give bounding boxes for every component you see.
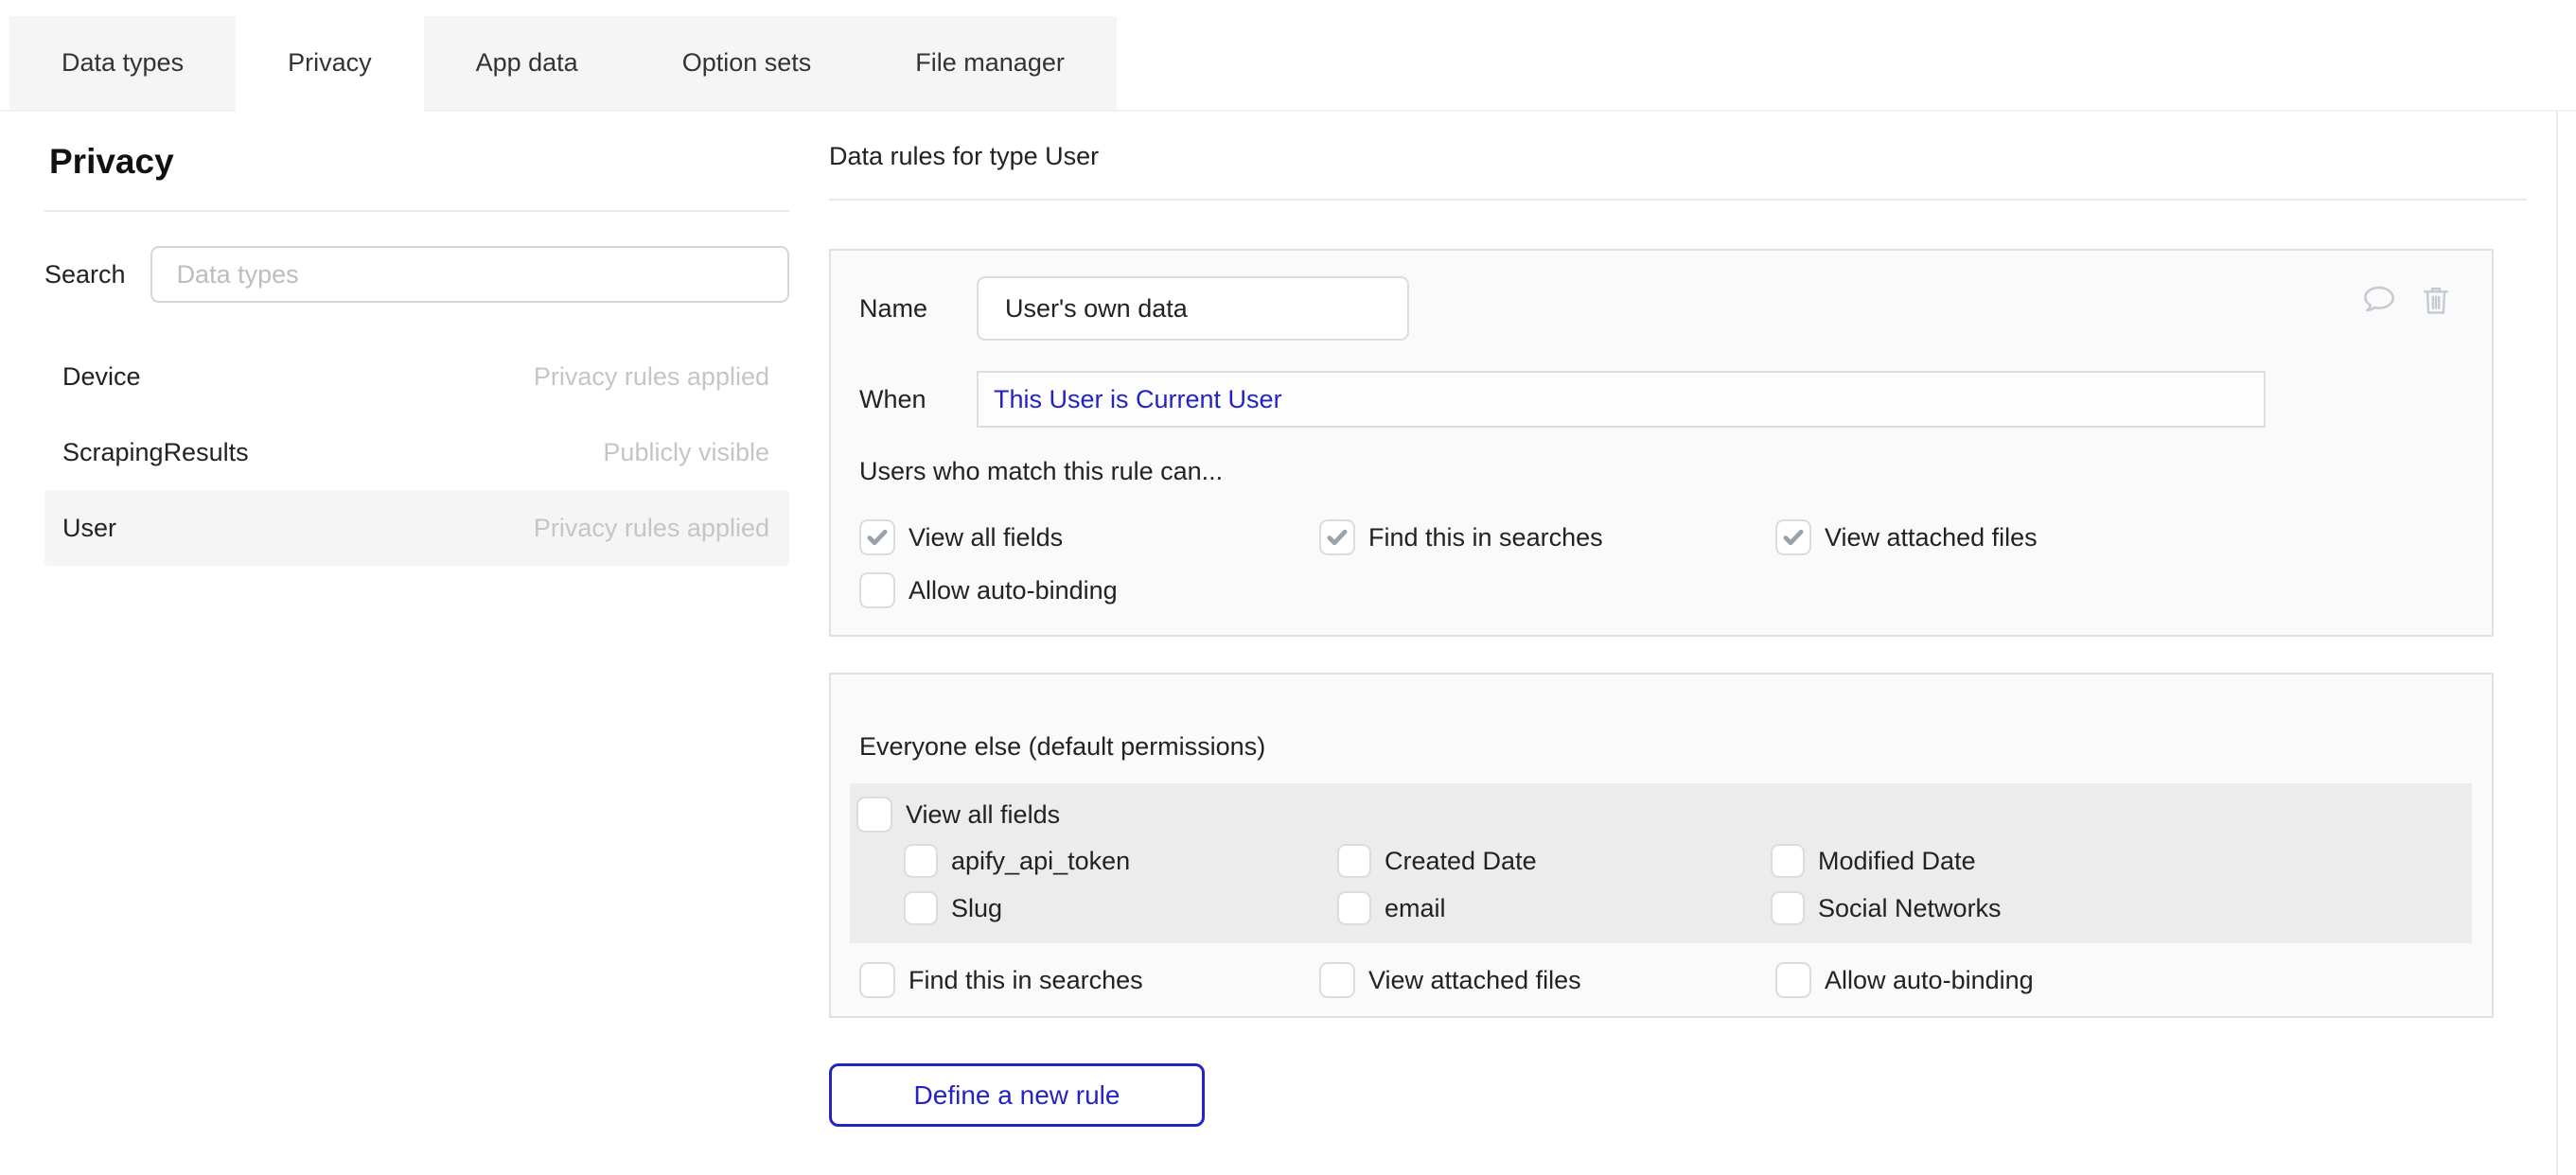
data-type-status: Publicly visible bbox=[603, 438, 769, 467]
content-area: Privacy Search Device Privacy rules appl… bbox=[0, 112, 2576, 1127]
rule-card: Name When This User is Current User User… bbox=[829, 249, 2494, 637]
rule-when-row: When This User is Current User bbox=[859, 371, 2463, 428]
default-view-all-fields[interactable]: View all fields bbox=[856, 797, 2472, 833]
tab-privacy[interactable]: Privacy bbox=[236, 16, 424, 110]
field-label: Modified Date bbox=[1818, 847, 1976, 876]
perm-label: Find this in searches bbox=[909, 966, 1143, 995]
perm-label: Find this in searches bbox=[1368, 523, 1603, 552]
tab-file-manager[interactable]: File manager bbox=[863, 16, 1117, 110]
perm-allow-auto-binding[interactable]: Allow auto-binding bbox=[859, 572, 1319, 608]
field-label: apify_api_token bbox=[951, 847, 1130, 876]
perm-view-attached-files[interactable]: View attached files bbox=[1775, 519, 2463, 555]
when-label: When bbox=[859, 385, 977, 414]
perm-label: Allow auto-binding bbox=[909, 576, 1118, 605]
default-view-attached-files[interactable]: View attached files bbox=[1319, 962, 1775, 998]
field-label: email bbox=[1385, 894, 1446, 923]
privacy-sidebar: Privacy Search Device Privacy rules appl… bbox=[44, 112, 789, 566]
field-checkbox-grid: apify_api_token Created Date Modified Da… bbox=[904, 844, 2472, 925]
checkbox-unchecked-icon[interactable] bbox=[1771, 844, 1805, 878]
default-allow-auto-binding[interactable]: Allow auto-binding bbox=[1775, 962, 2463, 998]
rule-name-row: Name bbox=[859, 276, 2463, 341]
rules-panel: Data rules for type User bbox=[829, 112, 2527, 1127]
search-row: Search bbox=[44, 246, 789, 303]
data-type-name: User bbox=[62, 514, 116, 543]
checkbox-checked-icon[interactable] bbox=[1319, 519, 1355, 555]
field-label: Social Networks bbox=[1818, 894, 2002, 923]
page-title: Privacy bbox=[49, 142, 789, 184]
name-label: Name bbox=[859, 294, 977, 324]
when-condition-box[interactable]: This User is Current User bbox=[977, 371, 2266, 428]
default-permissions-title: Everyone else (default permissions) bbox=[859, 732, 2463, 763]
tab-strip: Data types Privacy App data Option sets … bbox=[0, 16, 2576, 112]
search-label: Search bbox=[44, 260, 126, 289]
default-permissions-card: Everyone else (default permissions) View… bbox=[829, 673, 2494, 1018]
checkbox-unchecked-icon[interactable] bbox=[856, 797, 892, 833]
checkbox-unchecked-icon[interactable] bbox=[1319, 962, 1355, 998]
default-find-in-searches[interactable]: Find this in searches bbox=[859, 962, 1319, 998]
tab-strip-spacer bbox=[0, 16, 9, 110]
field-label: Slug bbox=[951, 894, 1002, 923]
define-new-rule-button[interactable]: Define a new rule bbox=[829, 1063, 1205, 1127]
checkbox-checked-icon[interactable] bbox=[859, 519, 895, 555]
tab-app-data[interactable]: App data bbox=[424, 16, 630, 110]
checkbox-unchecked-icon[interactable] bbox=[904, 891, 938, 925]
data-type-name: Device bbox=[62, 362, 141, 392]
field-created-date[interactable]: Created Date bbox=[1337, 844, 1771, 878]
fields-box: View all fields apify_api_token Created … bbox=[850, 783, 2472, 943]
checkbox-unchecked-icon[interactable] bbox=[859, 572, 895, 608]
list-item-user[interactable]: User Privacy rules applied bbox=[44, 490, 789, 566]
data-type-status: Privacy rules applied bbox=[534, 362, 769, 392]
field-slug[interactable]: Slug bbox=[904, 891, 1337, 925]
checkbox-unchecked-icon[interactable] bbox=[1775, 962, 1811, 998]
search-input[interactable] bbox=[150, 246, 789, 303]
match-rule-text: Users who match this rule can... bbox=[859, 457, 2463, 485]
field-modified-date[interactable]: Modified Date bbox=[1771, 844, 2472, 878]
perm-view-all-fields[interactable]: View all fields bbox=[859, 519, 1319, 555]
tab-option-sets[interactable]: Option sets bbox=[630, 16, 864, 110]
rule-permissions: View all fields Find this in searches Vi… bbox=[859, 519, 2463, 608]
field-apify-api-token[interactable]: apify_api_token bbox=[904, 844, 1337, 878]
tab-data-types[interactable]: Data types bbox=[9, 16, 236, 110]
comment-icon[interactable] bbox=[2359, 281, 2399, 324]
checkbox-unchecked-icon[interactable] bbox=[904, 844, 938, 878]
sidebar-divider bbox=[44, 210, 789, 212]
checkbox-unchecked-icon[interactable] bbox=[1337, 891, 1371, 925]
checkbox-checked-icon[interactable] bbox=[1775, 519, 1811, 555]
field-social-networks[interactable]: Social Networks bbox=[1771, 891, 2472, 925]
rule-name-input[interactable] bbox=[977, 276, 1409, 341]
data-type-list: Device Privacy rules applied ScrapingRes… bbox=[44, 339, 789, 566]
data-type-name: ScrapingResults bbox=[62, 438, 249, 467]
perm-label: View attached files bbox=[1368, 966, 1581, 995]
list-item-scrapingresults[interactable]: ScrapingResults Publicly visible bbox=[44, 414, 789, 490]
rule-card-actions bbox=[2359, 281, 2454, 324]
field-label: Created Date bbox=[1385, 847, 1537, 876]
perm-label: View all fields bbox=[909, 523, 1063, 552]
checkbox-unchecked-icon[interactable] bbox=[859, 962, 895, 998]
perm-label: View all fields bbox=[906, 800, 1060, 830]
list-item-device[interactable]: Device Privacy rules applied bbox=[44, 339, 789, 414]
default-permission-row: Find this in searches View attached file… bbox=[859, 962, 2463, 998]
rules-heading: Data rules for type User bbox=[829, 142, 2527, 201]
checkbox-unchecked-icon[interactable] bbox=[1337, 844, 1371, 878]
perm-label: View attached files bbox=[1825, 523, 2038, 552]
data-type-status: Privacy rules applied bbox=[534, 514, 769, 543]
pane-right-border bbox=[2556, 112, 2558, 1175]
field-email[interactable]: email bbox=[1337, 891, 1771, 925]
perm-label: Allow auto-binding bbox=[1825, 966, 2034, 995]
trash-icon[interactable] bbox=[2418, 281, 2454, 324]
checkbox-unchecked-icon[interactable] bbox=[1771, 891, 1805, 925]
perm-find-in-searches[interactable]: Find this in searches bbox=[1319, 519, 1775, 555]
